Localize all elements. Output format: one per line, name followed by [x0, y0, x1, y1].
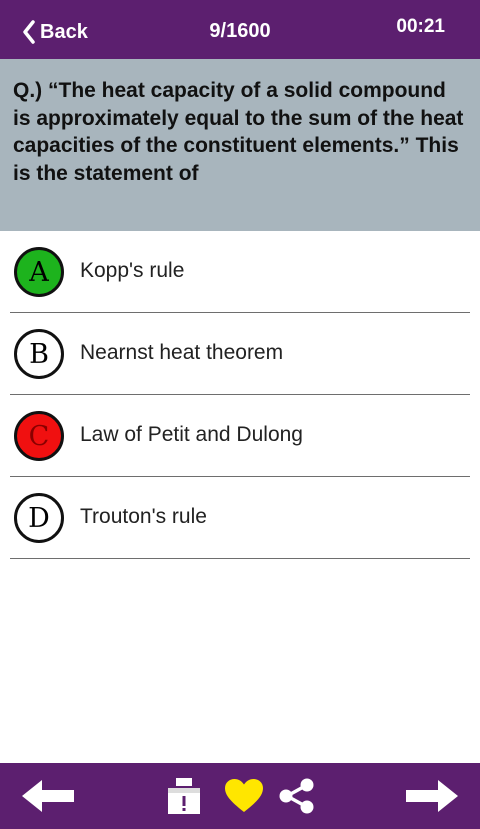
option-c[interactable]: C Law of Petit and Dulong	[10, 395, 470, 477]
option-d[interactable]: D Trouton's rule	[10, 477, 470, 559]
options-list: A Kopp's rule B Nearnst heat theorem C L…	[0, 231, 480, 559]
chevron-left-icon	[22, 20, 36, 44]
option-letter-d: D	[28, 502, 50, 534]
back-label: Back	[40, 20, 88, 43]
option-letter-c: C	[28, 420, 50, 452]
back-button[interactable]: Back	[22, 18, 88, 46]
option-letter-a: A	[29, 256, 49, 288]
option-b[interactable]: B Nearnst heat theorem	[10, 313, 470, 395]
option-text-b: Nearnst heat theorem	[80, 341, 284, 364]
option-badge-a: A	[14, 247, 64, 297]
report-box-icon[interactable]	[166, 776, 202, 821]
option-text-d: Trouton's rule	[80, 505, 207, 528]
timer: 00:21	[396, 16, 445, 37]
top-bar: Back 9/1600 00:21	[0, 0, 480, 59]
option-badge-b: B	[14, 329, 64, 379]
arrow-right-icon[interactable]	[404, 778, 460, 819]
question-text: Q.) “The heat capacity of a solid compou…	[0, 59, 480, 231]
share-icon[interactable]	[278, 777, 316, 820]
arrow-left-icon[interactable]	[20, 778, 76, 819]
option-badge-d: D	[14, 493, 64, 543]
option-a[interactable]: A Kopp's rule	[10, 231, 470, 313]
option-letter-b: B	[29, 338, 49, 370]
heart-icon[interactable]	[224, 778, 264, 819]
option-badge-c: C	[14, 411, 64, 461]
bottom-bar	[0, 763, 480, 829]
option-text-a: Kopp's rule	[80, 259, 185, 282]
option-text-c: Law of Petit and Dulong	[80, 423, 303, 446]
